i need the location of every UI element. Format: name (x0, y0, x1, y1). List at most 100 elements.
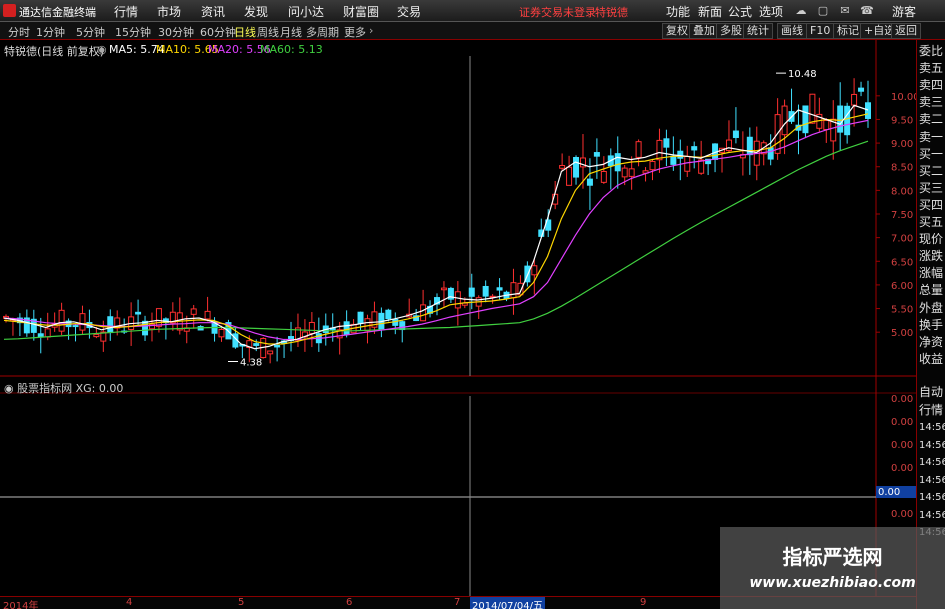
candle-body (628, 168, 635, 177)
legend-dot-icon: ◉ (97, 43, 107, 56)
y-tick-label: 7.00 (891, 234, 913, 245)
ma5-line (3, 104, 869, 350)
y-tick-label: 8.50 (891, 163, 913, 174)
sub-value-label: 0.00 (878, 487, 900, 498)
candle-body (635, 141, 642, 158)
quote-panel-label: 买三 (919, 180, 944, 195)
candle-body (809, 93, 816, 124)
y-tick-label: 8.00 (891, 186, 913, 197)
candle-body (531, 265, 538, 276)
candle-body (364, 318, 371, 332)
candle-body (649, 160, 656, 171)
candle-body (496, 287, 503, 291)
candle-body (725, 139, 732, 152)
candle-body (357, 311, 364, 325)
candle-body (420, 304, 427, 322)
quote-panel-label: 涨跌 (919, 249, 944, 264)
candle-body (586, 178, 593, 186)
quote-panel-label: 委比 (919, 44, 944, 58)
candle-body (142, 320, 149, 336)
high-annotation-label: 10.48 (788, 69, 817, 80)
candle-body (614, 153, 621, 172)
quote-panel-label: 卖五 (919, 61, 944, 76)
quote-panel-label: 现价 (919, 232, 944, 247)
quote-panel-sub-label: 14:56 (919, 492, 945, 503)
ma20-line (3, 119, 869, 341)
candle-body (621, 167, 628, 178)
quote-panel-label: 涨幅 (919, 266, 944, 281)
ma10-line (3, 113, 869, 345)
quote-panel-label: 卖三 (919, 95, 944, 110)
quote-panel-label: 总量 (919, 283, 944, 298)
quote-panel-label: 净资 (919, 334, 944, 349)
candle-body (691, 146, 698, 151)
x-axis-label: 7 (454, 597, 461, 608)
candle-body (677, 150, 684, 159)
chart-area[interactable]: 10.00 9.50 9.00 8.50 8.00 7.50 7.00 6.50 6.00 5.5… (0, 0, 945, 609)
candle-body (468, 287, 475, 297)
candle-body (559, 165, 566, 169)
candle-body (58, 309, 65, 332)
candle-body (218, 328, 225, 338)
stock-label: 特锐德(日线 前复权) (4, 45, 105, 58)
candle-body (93, 333, 100, 338)
x-axis-label: 2014年 (3, 601, 39, 609)
quote-panel-sub-label: 14:56 (919, 474, 945, 486)
candle-body (253, 343, 260, 346)
candle-body (190, 308, 197, 315)
candle-body (72, 325, 79, 328)
quote-panel-label: 换手 (919, 317, 944, 332)
candle-body (844, 105, 851, 136)
cursor-date-label: 2014/07/04/五 (470, 597, 546, 609)
candle-body (204, 310, 211, 320)
candle-body (823, 120, 830, 131)
candle-body (851, 93, 858, 106)
candle-body (865, 102, 871, 119)
quote-panel-label: 买二 (919, 163, 944, 178)
candle-body (802, 105, 809, 134)
sub-legend-dot-icon: ◉ (4, 382, 18, 395)
candle-body (482, 285, 489, 297)
quote-panel-sub-label: 14:56 (919, 422, 945, 433)
candle-body (454, 291, 461, 309)
x-axis-label: 5 (238, 597, 245, 608)
low-annotation-label: 4.38 (240, 357, 262, 368)
candle-body (135, 311, 142, 315)
sub-y-tick-label: 0.00 (891, 509, 913, 520)
candle-body (566, 166, 573, 186)
candle-body (343, 321, 350, 336)
candle-body (510, 282, 517, 299)
candle-body (858, 87, 865, 92)
quote-panel-label: 买四 (919, 197, 944, 212)
candle-body (107, 316, 114, 334)
candle-body (440, 287, 447, 291)
sub-y-tick-label: 0.00 (891, 463, 913, 474)
kline-chart-svg[interactable]: 10.009.509.008.508.007.507.006.506.005.5… (0, 0, 945, 609)
candle-body (308, 321, 315, 334)
candle-body (684, 155, 691, 172)
candle-body (155, 308, 162, 327)
quote-panel-sub-label: 14:56 (919, 439, 945, 451)
candle-body (573, 157, 580, 178)
sub-y-tick-label: 0.00 (891, 394, 913, 405)
ma60-line (3, 140, 869, 340)
watermark-url: www.xuezhibiao.com (749, 575, 916, 591)
sub-y-tick-label: 0.00 (891, 440, 913, 451)
candle-body (37, 333, 44, 338)
quote-panel-label: 卖一 (919, 129, 944, 144)
quote-panel: 委比 卖五 卖四 卖三 卖二 卖一 买一 买二 买三 买四 买五 现价 涨跌 涨幅 总量 外盘 换手 净资 收益 自动… (916, 40, 945, 609)
quote-panel-label: 买一 (919, 146, 944, 161)
watermark-title: 指标严选网 (782, 545, 883, 569)
candle-body (656, 139, 663, 161)
candle-body (399, 321, 406, 331)
y-tick-label: 5.50 (891, 305, 913, 316)
candle-body (837, 105, 844, 133)
candle-body (767, 147, 774, 160)
x-axis-label: 6 (346, 597, 353, 608)
quote-panel-label: 收益 (919, 351, 944, 366)
x-axis-label: 4 (126, 597, 133, 608)
candle-body (698, 159, 705, 174)
quote-panel-label: 卖二 (919, 112, 944, 127)
y-tick-label: 7.50 (891, 210, 913, 221)
x-axis-label: 9 (640, 597, 647, 608)
